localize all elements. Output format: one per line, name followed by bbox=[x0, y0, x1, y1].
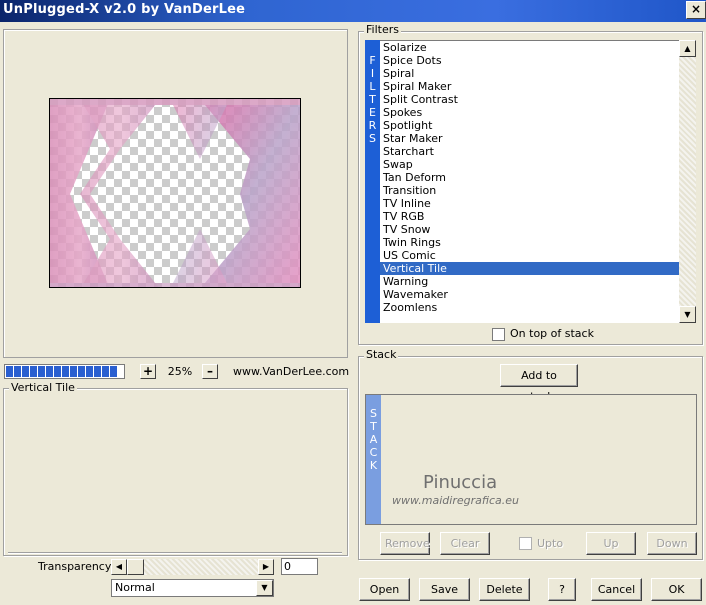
side-letter: I bbox=[370, 67, 375, 80]
preview-canvas bbox=[50, 99, 300, 287]
side-letter: T bbox=[370, 420, 377, 433]
filter-list-item[interactable]: Tan Deform bbox=[380, 171, 679, 184]
filters-label: Filters bbox=[364, 23, 401, 36]
filters-side-bar: FILTERS bbox=[365, 40, 380, 323]
watermark-url: www.maidiregrafica.eu bbox=[392, 494, 519, 507]
filter-list-item[interactable]: TV Snow bbox=[380, 223, 679, 236]
side-letter: E bbox=[369, 106, 376, 119]
transparency-label: Transparency bbox=[38, 560, 112, 573]
add-to-stack-button[interactable]: Add to stack bbox=[500, 364, 578, 403]
filter-list-item[interactable]: Spice Dots bbox=[380, 54, 679, 67]
side-letter: C bbox=[369, 446, 378, 459]
filters-scrollbar[interactable] bbox=[679, 40, 696, 323]
progress-segment bbox=[54, 366, 61, 377]
filter-list-item[interactable]: Starchart bbox=[380, 145, 679, 158]
stack-label: Stack bbox=[364, 348, 399, 361]
zoom-level: 25% bbox=[167, 365, 193, 378]
side-letter: R bbox=[368, 119, 377, 132]
progress-segment bbox=[78, 366, 85, 377]
filters-list[interactable]: Solarize Spice Dots Spiral Spiral Maker Spli… bbox=[380, 40, 679, 323]
filter-list-item[interactable]: US Comic bbox=[380, 249, 679, 262]
slider-thumb[interactable] bbox=[127, 559, 144, 575]
down-button[interactable]: Down bbox=[647, 532, 697, 555]
preview-image[interactable] bbox=[49, 98, 301, 288]
cancel-button[interactable]: Cancel bbox=[591, 578, 642, 601]
filter-list-item[interactable]: Vertical Tile bbox=[380, 262, 679, 275]
transparency-input[interactable]: 0 bbox=[281, 558, 318, 575]
on-top-of-stack-label: On top of stack bbox=[510, 327, 594, 340]
close-button[interactable]: × bbox=[686, 1, 706, 19]
progress-segment bbox=[14, 366, 21, 377]
zoom-out-button[interactable]: – bbox=[202, 364, 218, 379]
save-button[interactable]: Save bbox=[419, 578, 470, 601]
vanderlee-link[interactable]: www.VanDerLee.com bbox=[233, 364, 349, 379]
scroll-down-icon[interactable]: ▼ bbox=[679, 306, 696, 323]
progress-segment bbox=[102, 366, 109, 377]
filter-list-item[interactable]: Twin Rings bbox=[380, 236, 679, 249]
filter-list-item[interactable]: Spotlight bbox=[380, 119, 679, 132]
progress-segment bbox=[62, 366, 69, 377]
progress-segment bbox=[38, 366, 45, 377]
filter-list-item[interactable]: Swap bbox=[380, 158, 679, 171]
progress-segment bbox=[70, 366, 77, 377]
watermark-title: Pinuccia bbox=[423, 472, 498, 493]
side-letter: S bbox=[369, 132, 376, 145]
side-letter: L bbox=[369, 80, 376, 93]
divider bbox=[8, 552, 342, 554]
filter-list-item[interactable]: Zoomlens bbox=[380, 301, 679, 314]
filter-list-item[interactable]: Split Contrast bbox=[380, 93, 679, 106]
zoom-in-button[interactable]: + bbox=[140, 364, 156, 379]
progress-segment bbox=[30, 366, 37, 377]
help-button[interactable]: ? bbox=[548, 578, 576, 601]
progress-segment bbox=[22, 366, 29, 377]
side-letter: T bbox=[369, 93, 376, 106]
stack-side-bar: STACK bbox=[366, 395, 381, 524]
filter-list-item[interactable]: Transition bbox=[380, 184, 679, 197]
slider-left-icon[interactable]: ◀ bbox=[111, 559, 127, 575]
progress-segment bbox=[94, 366, 101, 377]
filter-list-item[interactable]: Spiral Maker bbox=[380, 80, 679, 93]
upto-label: Upto bbox=[537, 537, 564, 550]
remove-button[interactable]: Remove bbox=[380, 532, 430, 555]
render-progress-bar bbox=[4, 364, 125, 379]
chevron-down-icon[interactable]: ▼ bbox=[256, 580, 273, 596]
filter-list-item[interactable]: TV RGB bbox=[380, 210, 679, 223]
ok-button[interactable]: OK bbox=[651, 578, 702, 601]
filter-params-label: Vertical Tile bbox=[9, 381, 77, 394]
filter-list-item[interactable]: TV Inline bbox=[380, 197, 679, 210]
progress-segment bbox=[6, 366, 13, 377]
filter-list-item[interactable]: Wavemaker bbox=[380, 288, 679, 301]
progress-segment bbox=[86, 366, 93, 377]
filter-list-item[interactable]: Star Maker bbox=[380, 132, 679, 145]
filter-params-group bbox=[3, 388, 348, 556]
scroll-up-icon[interactable]: ▲ bbox=[679, 40, 696, 57]
side-letter: F bbox=[369, 54, 376, 67]
filter-list-item[interactable]: Warning bbox=[380, 275, 679, 288]
side-letter: A bbox=[369, 433, 378, 446]
open-button[interactable]: Open bbox=[359, 578, 410, 601]
upto-checkbox[interactable] bbox=[519, 537, 532, 550]
on-top-of-stack-checkbox[interactable] bbox=[492, 328, 505, 341]
delete-button[interactable]: Delete bbox=[479, 578, 530, 601]
filter-list-item[interactable]: Solarize bbox=[380, 41, 679, 54]
filter-list-item[interactable]: Spiral bbox=[380, 67, 679, 80]
progress-segment bbox=[110, 366, 117, 377]
slider-right-icon[interactable]: ▶ bbox=[258, 559, 274, 575]
window-title: UnPlugged-X v2.0 by VanDerLee bbox=[3, 2, 246, 17]
filter-list-item[interactable]: Spokes bbox=[380, 106, 679, 119]
progress-segment bbox=[46, 366, 53, 377]
side-letter: S bbox=[370, 407, 377, 420]
up-button[interactable]: Up bbox=[586, 532, 636, 555]
blend-mode-select[interactable]: Normal bbox=[111, 579, 274, 597]
side-letter: K bbox=[369, 459, 378, 472]
clear-button[interactable]: Clear bbox=[440, 532, 490, 555]
